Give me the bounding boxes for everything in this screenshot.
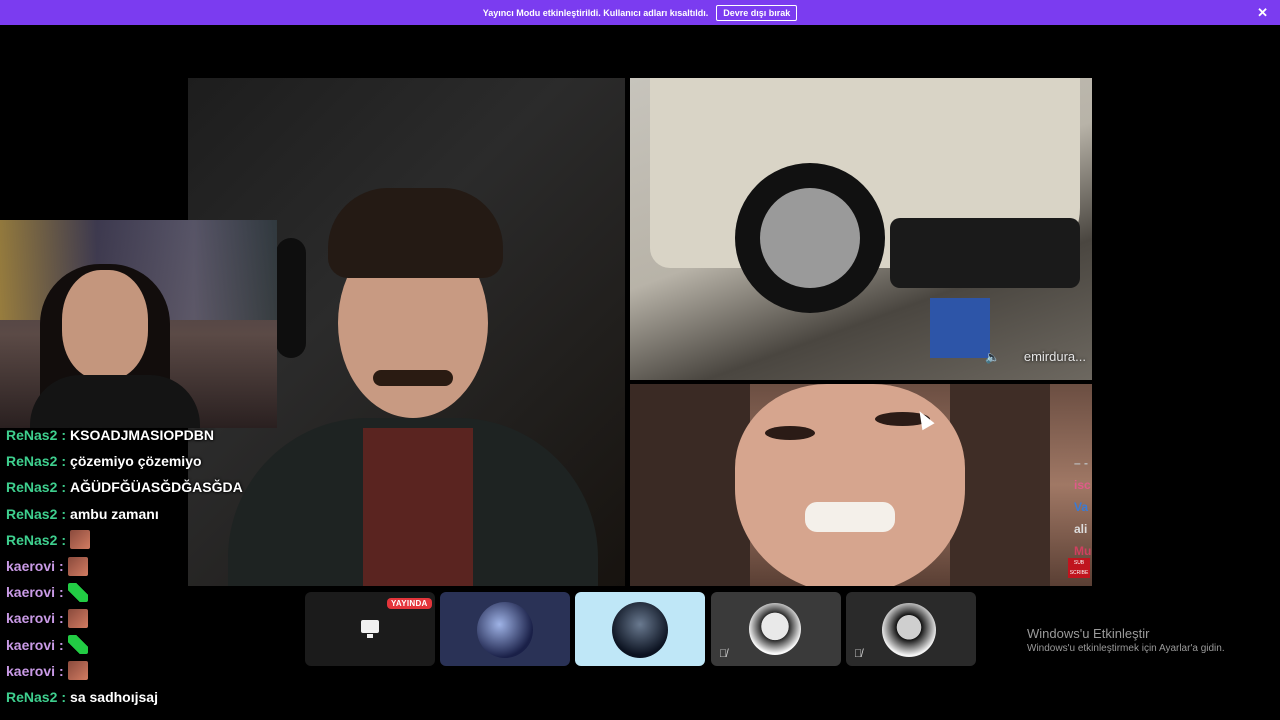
chat-line: kaerovi:	[6, 579, 296, 605]
speaker-icon[interactable]: 🔈	[985, 350, 1000, 364]
participant-tile[interactable]: 🎙̸	[846, 592, 976, 666]
chat-message: KSOADJMASIOPDBN	[70, 427, 214, 444]
video-tile-car[interactable]: 🔈 emirdura...	[630, 78, 1092, 380]
screen-share-icon	[361, 620, 379, 638]
muted-mic-icon: 🎙̸	[854, 648, 863, 660]
emote-face-icon	[67, 556, 88, 576]
chat-username: ReNas2	[6, 427, 58, 444]
live-badge: YAYINDA	[387, 598, 432, 609]
teeth-shape	[805, 502, 895, 532]
chat-message: çözemiyo çözemiyo	[70, 453, 202, 470]
avatar	[477, 602, 533, 658]
watermark-title: Windows'u Etkinleştir	[1027, 626, 1150, 641]
mustache-shape	[373, 370, 453, 386]
embedded-chat-line: – -	[1074, 456, 1089, 470]
webcam-overlay	[0, 220, 277, 428]
hair-right-shape	[950, 384, 1050, 586]
chat-message: ambu zamanı	[70, 505, 159, 522]
chat-username: ReNas2	[6, 688, 58, 705]
chat-username: kaerovi	[6, 558, 56, 575]
emote-face-icon	[70, 530, 91, 550]
close-icon[interactable]: ✕	[1257, 5, 1268, 21]
shirt-shape	[363, 428, 473, 586]
chat-line: kaerovi:	[6, 605, 296, 631]
hair-shape	[328, 188, 503, 278]
subscribe-badge: SUB SCRIBE	[1068, 558, 1090, 578]
windows-activation-watermark: Windows'u Etkinleştir Windows'u etkinleş…	[1027, 626, 1225, 654]
chat-line: ReNas2: çözemiyo çözemiyo	[6, 453, 202, 470]
battery-shape	[930, 298, 990, 358]
chat-username: kaerovi	[6, 610, 56, 627]
chat-line: kaerovi:	[6, 658, 296, 684]
bumper-shape	[890, 218, 1080, 288]
chat-line: ReNas2: ambu zamanı	[6, 505, 159, 522]
participant-tile[interactable]: 🎙̸	[711, 592, 841, 666]
emote-green-icon	[67, 635, 88, 655]
avatar	[612, 602, 668, 658]
chat-username: kaerovi	[6, 636, 56, 653]
embedded-chat-line: isc	[1074, 478, 1091, 492]
video-tile-face[interactable]: – - isc Va ali Mu SUB SCRIBE	[630, 384, 1092, 586]
disable-streamer-mode-button[interactable]: Devre dışı bırak	[716, 4, 798, 21]
eye-left-shape	[765, 426, 815, 440]
participant-tile[interactable]	[575, 592, 705, 666]
chat-username: kaerovi	[6, 584, 56, 601]
face-shape	[735, 384, 965, 586]
chat-username: ReNas2	[6, 453, 58, 470]
chat-message: sa sadhoıjsaj	[70, 688, 158, 705]
banner-message: Yayıncı Modu etkinleştirildi. Kullanıcı …	[482, 7, 709, 18]
chat-line: ReNas2: KSOADJMASIOPDBN	[6, 427, 214, 444]
chat-line: kaerovi:	[6, 632, 296, 658]
chat-line: ReNas2:	[6, 527, 296, 553]
watermark-subtitle: Windows'u etkinleştirmek için Ayarlar'a …	[1027, 643, 1225, 654]
rim-shape	[760, 188, 860, 288]
embedded-chat: – - isc Va ali Mu	[1074, 452, 1091, 562]
avatar	[882, 603, 936, 657]
shirt-shape	[30, 375, 200, 428]
chat-overlay: ReNas2: KSOADJMASIOPDBN ReNas2: çözemiyo ç…	[6, 422, 296, 710]
face-shape	[62, 270, 148, 380]
avatar	[749, 603, 801, 655]
participant-tile-screenshare[interactable]: YAYINDA	[305, 592, 435, 666]
video-caption: emirdura...	[1023, 349, 1086, 364]
emote-face-icon	[67, 661, 88, 681]
chat-username: ReNas2	[6, 505, 58, 522]
emote-green-icon	[67, 582, 88, 602]
muted-mic-icon: 🎙̸	[719, 648, 728, 660]
chat-message: AĞÜDFĞÜASĞDĞASĞDA	[70, 479, 243, 496]
chat-username: ReNas2	[6, 479, 58, 496]
embedded-chat-line: Va	[1074, 500, 1089, 514]
participant-tile[interactable]	[440, 592, 570, 666]
streamer-mode-banner: Yayıncı Modu etkinleştirildi. Kullanıcı …	[0, 0, 1280, 25]
headset-shape	[276, 238, 306, 358]
chat-line: ReNas2: AĞÜDFĞÜASĞDĞASĞDA	[6, 479, 243, 496]
chat-line: kaerovi:	[6, 553, 296, 579]
hair-left-shape	[630, 384, 750, 586]
emote-face-icon	[67, 608, 88, 628]
chat-line: ReNas2: sa sadhoıjsaj	[6, 688, 158, 705]
chat-username: ReNas2	[6, 531, 58, 548]
embedded-chat-line: ali	[1074, 522, 1088, 536]
chat-username: kaerovi	[6, 662, 56, 679]
